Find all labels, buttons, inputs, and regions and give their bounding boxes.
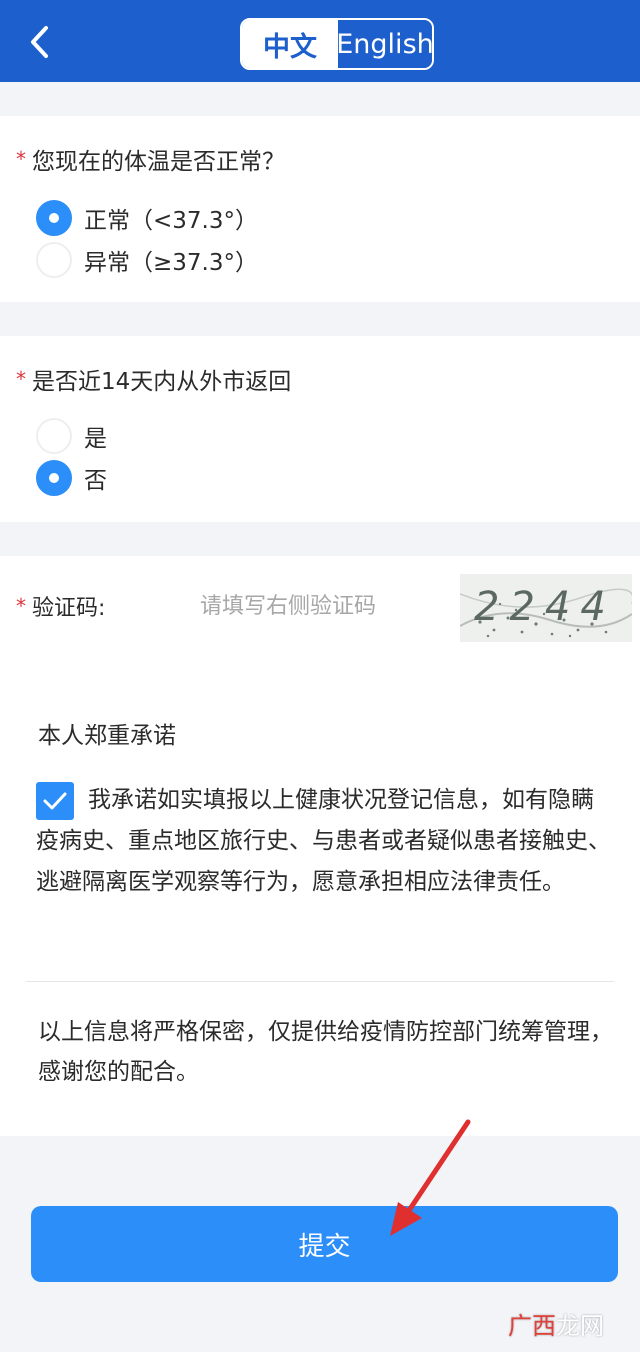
radio-button[interactable] [36,200,72,236]
captcha-label-text: 验证码: [32,596,106,621]
question-title: * 是否近14天内从外市返回 [16,362,291,396]
submit-button[interactable]: 提交 [31,1206,618,1282]
option-label: 否 [84,468,107,494]
lang-english-button[interactable]: English [336,20,432,68]
captcha-image[interactable]: 2244 [460,574,632,642]
question-text: 是否近14天内从外市返回 [32,369,292,395]
radio-button[interactable] [36,460,72,496]
question-text: 您现在的体温是否正常？ [32,149,285,175]
divider [26,981,614,982]
privacy-notice: 以上信息将严格保密，仅提供给疫情防控部门统筹管理，感谢您的配合。 [38,1019,613,1085]
option-abnormal[interactable]: 异常（≥37.3°） [36,240,258,280]
watermark: 广西龙网 [508,1312,604,1340]
captcha-image-text: 2244 [474,584,616,630]
lang-chinese-button[interactable]: 中文 [242,20,338,68]
back-button[interactable] [26,24,56,60]
option-normal[interactable]: 正常（<37.3°） [36,198,258,238]
question-return-card: * 是否近14天内从外市返回 是 否 [0,336,640,522]
radio-button[interactable] [36,242,72,278]
pledge-checkbox[interactable] [36,782,74,820]
header-bar: 中文 English [0,0,640,82]
captcha-input[interactable] [200,585,440,627]
chevron-left-icon [31,26,48,58]
pledge-title: 本人郑重承诺 [38,723,176,749]
option-label: 是 [84,426,107,452]
option-label: 正常（<37.3°） [84,208,258,234]
required-mark: * [16,147,26,171]
captcha-label: * 验证码: [16,590,105,622]
question-title: * 您现在的体温是否正常？ [16,142,285,176]
required-mark: * [16,594,26,618]
red-arrow-annotation [390,1119,471,1236]
option-yes[interactable]: 是 [36,416,107,456]
language-toggle: 中文 English [240,18,434,70]
radio-button[interactable] [36,418,72,454]
question-temperature-card: * 您现在的体温是否正常？ 正常（<37.3°） 异常（≥37.3°） [0,116,640,302]
required-mark: * [16,367,26,391]
pledge-text: 我承诺如实填报以上健康状况登记信息，如有隐瞒疫病史、重点地区旅行史、与患者或者疑… [36,787,611,895]
checkmark-icon [43,792,67,810]
option-no[interactable]: 否 [36,458,107,498]
option-label: 异常（≥37.3°） [84,250,258,276]
